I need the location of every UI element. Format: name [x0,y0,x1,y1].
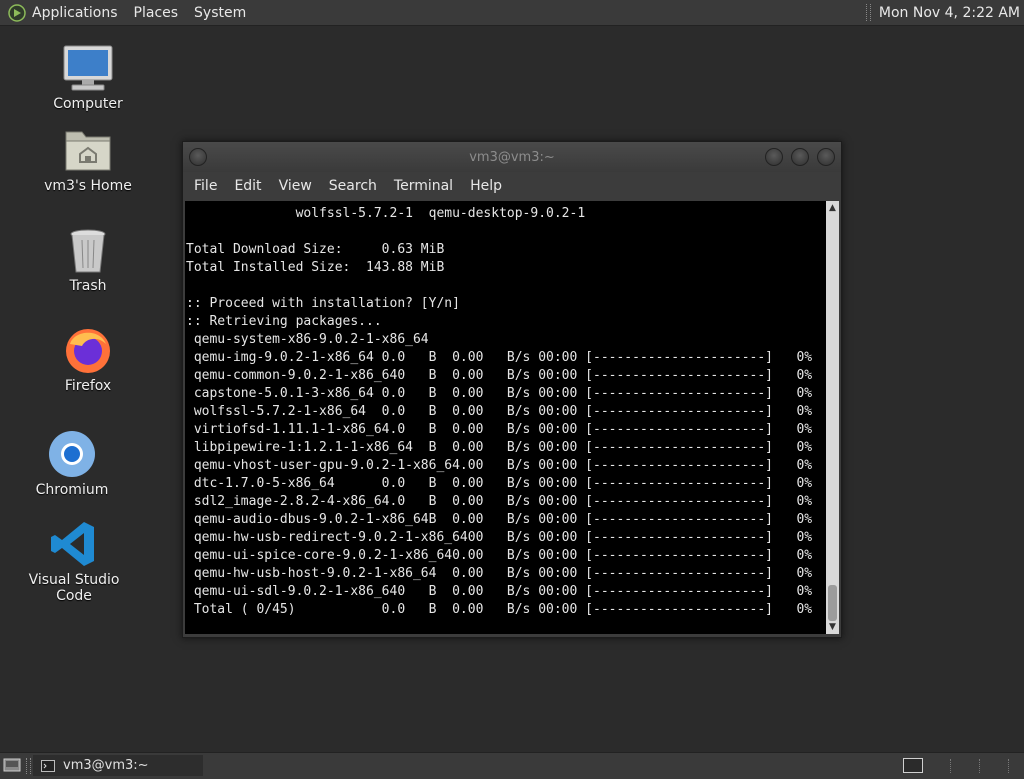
taskbar-button-terminal[interactable]: vm3@vm3:~ [33,755,203,776]
desktop-icon-trash[interactable]: Trash [28,226,148,294]
window-title: vm3@vm3:~ [469,150,555,165]
applications-menu[interactable]: Applications [32,5,118,21]
panel-separator [26,758,31,774]
show-desktop-icon[interactable] [3,758,21,772]
scroll-up-arrow-icon[interactable]: ▲ [826,201,839,215]
maximize-button[interactable] [791,148,809,166]
menu-edit[interactable]: Edit [234,178,261,194]
desktop-icon-firefox[interactable]: Firefox [28,326,148,394]
panel-tray-dividers [936,757,1024,775]
vscode-icon [51,522,94,566]
terminal-icon [41,759,55,772]
menu-file[interactable]: File [194,178,217,194]
panel-separator [1008,759,1010,773]
workspace-switcher[interactable] [903,758,923,773]
menu-terminal[interactable]: Terminal [394,178,453,194]
menu-help[interactable]: Help [470,178,502,194]
chromium-icon [49,431,95,477]
desktop-icon-label: Computer [53,96,123,112]
desktop-icon-home[interactable]: vm3's Home [28,126,148,194]
terminal-menubar: File Edit View Search Terminal Help [183,172,841,200]
bottom-panel: vm3@vm3:~ [0,752,1024,779]
scrollbar-thumb[interactable] [828,585,837,621]
top-panel: Applications Places System Mon Nov 4, 2:… [0,0,1024,26]
desktop-icon-label: vm3's Home [44,178,132,194]
panel-separator [949,759,952,773]
vertical-scrollbar[interactable]: ▲ ▼ [826,201,839,634]
desktop-icon-label: Chromium [35,482,109,498]
minimize-button[interactable] [765,148,783,166]
home-folder-icon [65,131,111,171]
desktop-icon-label: Trash [69,278,107,294]
computer-icon [63,45,113,91]
desktop-icon-computer[interactable]: Computer [28,44,148,112]
system-menu[interactable]: System [194,5,246,21]
desktop-icon-vscode[interactable]: Visual Studio Code [14,520,134,604]
distro-logo-icon[interactable] [8,3,26,22]
menu-search[interactable]: Search [329,178,377,194]
desktop-icon-label: Firefox [64,378,112,394]
desktop-icon-chromium[interactable]: Chromium [12,430,132,498]
terminal-window[interactable]: vm3@vm3:~ File Edit View Search Terminal… [182,141,842,638]
firefox-icon [66,329,110,373]
close-button[interactable] [817,148,835,166]
taskbar-button-label: vm3@vm3:~ [63,758,149,773]
window-titlebar[interactable]: vm3@vm3:~ [183,142,841,172]
panel-separator [865,4,871,21]
trash-icon [70,229,106,273]
desktop-icon-label: Visual Studio Code [28,572,120,604]
clock[interactable]: Mon Nov 4, 2:22 AM [879,5,1020,21]
terminal-text: wolfssl-5.7.2-1 qemu-desktop-9.0.2-1 Tot… [186,206,813,617]
terminal-output[interactable]: wolfssl-5.7.2-1 qemu-desktop-9.0.2-1 Tot… [185,201,826,634]
menu-view[interactable]: View [279,178,312,194]
top-panel-tray: Mon Nov 4, 2:22 AM [865,0,1024,25]
places-menu[interactable]: Places [134,5,179,21]
panel-separator [978,759,981,773]
scroll-down-arrow-icon[interactable]: ▼ [826,620,839,634]
